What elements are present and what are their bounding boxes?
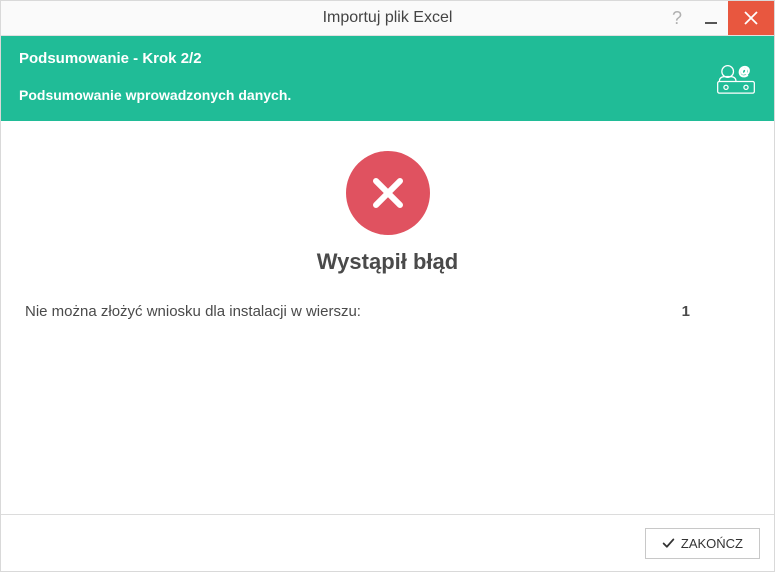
finish-button[interactable]: ZAKOŃCZ [645,528,760,559]
close-icon [744,11,758,25]
close-button[interactable] [728,1,774,35]
error-detail-row: Nie można złożyć wniosku dla instalacji … [1,303,774,320]
wizard-header: Podsumowanie - Krok 2/2 Podsumowanie wpr… [1,36,774,121]
window-controls: ? [660,1,774,35]
contact-card-icon: @ [716,56,756,101]
error-message: Nie można złożyć wniosku dla instalacji … [25,303,361,320]
wizard-step-title: Podsumowanie - Krok 2/2 [19,50,756,67]
minimize-icon [705,22,717,24]
titlebar: Importuj plik Excel ? [1,1,774,36]
content-area: Wystąpił błąd Nie można złożyć wniosku d… [1,121,774,514]
dialog-window: Importuj plik Excel ? Podsumowanie - Kro… [0,0,775,572]
help-icon: ? [672,8,682,29]
help-button[interactable]: ? [660,1,694,35]
error-title: Wystąpił błąd [317,249,458,275]
error-icon [346,151,430,235]
finish-button-label: ZAKOŃCZ [681,536,743,551]
check-icon [662,537,675,550]
svg-text:@: @ [738,64,750,77]
minimize-button[interactable] [694,1,728,35]
window-title: Importuj plik Excel [1,9,774,27]
wizard-subtitle: Podsumowanie wprowadzonych danych. [19,87,756,103]
footer: ZAKOŃCZ [1,514,774,571]
error-row-value: 1 [682,303,750,320]
